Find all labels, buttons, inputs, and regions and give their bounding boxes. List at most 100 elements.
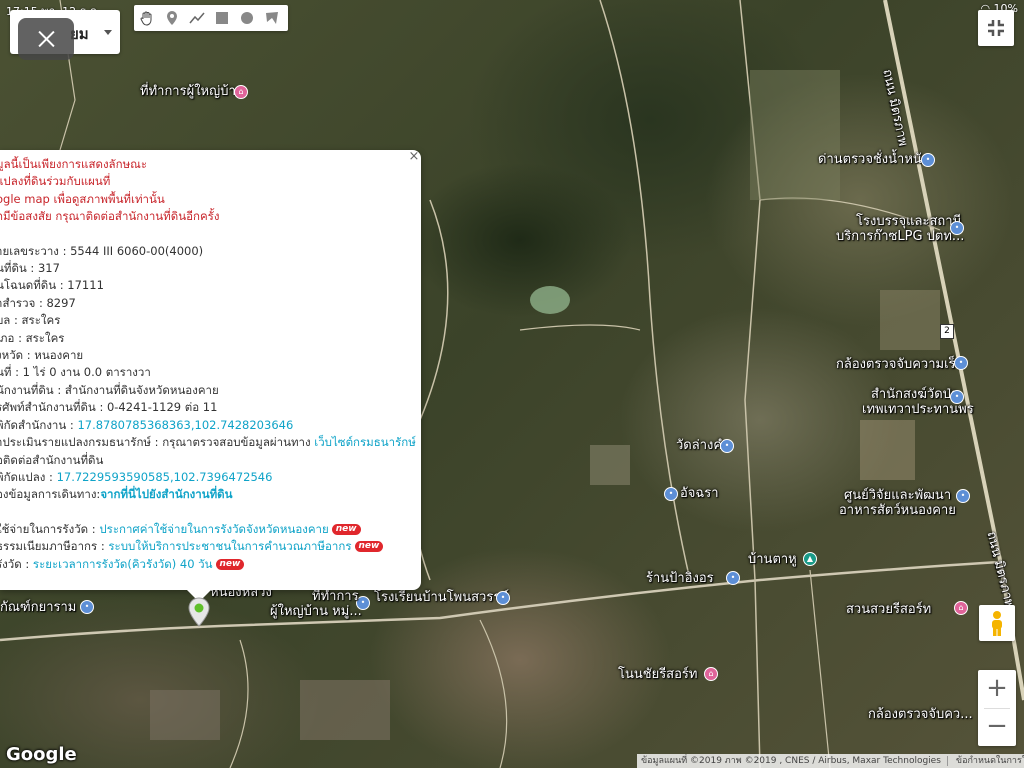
field-survey-fee: ใช้จ่ายในการรังวัด : ประกาศค่าใช้จ่ายในก… — [0, 521, 410, 538]
label-priest-office-line2[interactable]: เทพเทวาประทานพร — [862, 402, 974, 418]
treasury-website-link[interactable]: เว็บไซต์กรมธนารักษ์ — [314, 435, 416, 449]
temple-pin-icon[interactable]: • — [80, 600, 94, 614]
label-weigh-station[interactable]: ด่านตรวจชั่งน้ำหนัก — [818, 152, 930, 168]
map-attribution: ข้อมูลแผนที่ ©2019 ภาพ ©2019 , CNES / Ai… — [637, 754, 1024, 768]
label-speed-camera[interactable]: กล้องตรวจจับความเร็ว — [836, 357, 963, 373]
minor-road — [809, 569, 831, 768]
fee-link[interactable]: ประกาศค่าใช้จ่ายในการรังวัดจังหวัดหนองคา… — [99, 522, 328, 536]
zoom-out-button[interactable]: − — [978, 708, 1016, 746]
field-survey-no: าสำรวจ : 8297 — [0, 295, 76, 310]
minor-road — [229, 639, 249, 768]
info-close-button[interactable]: × — [408, 150, 420, 163]
highway-number-shield: 2 — [940, 324, 954, 339]
temple-pin-icon[interactable]: • — [720, 439, 734, 453]
zoom-control: + − — [978, 670, 1016, 746]
new-badge: new — [331, 523, 361, 535]
label-village-head-office[interactable]: ที่ทำการผู้ใหญ่บ้าน — [140, 84, 245, 100]
polygon-icon — [265, 12, 278, 24]
zoom-in-button[interactable]: + — [978, 670, 1016, 708]
label-village-head-2-line2[interactable]: ผู้ใหญ่บ้าน หมู่... — [270, 604, 362, 620]
label-nonsuchai-resort[interactable]: โนนชัยรีสอร์ท — [618, 667, 697, 683]
pond — [530, 286, 570, 314]
label-ban-pa-ing-on[interactable]: ร้านป้าอิงอร — [646, 571, 714, 587]
parcel-info-window: มูลนี้เป็นเพียงการแสดงลักษณะ แปลงที่ดินร… — [0, 150, 421, 590]
notice-line: กมีข้อสงสัย กรุณาติดต่อสำนักงานที่ดินอีก… — [0, 209, 220, 224]
building-pin-icon[interactable]: ⌂ — [234, 85, 248, 99]
duration-link[interactable]: ระยะเวลาการรังวัด(คิวรังวัด) 40 วัน — [33, 557, 213, 571]
terms-link[interactable]: ข้อกำหนดในการใช้งาน — [946, 756, 1024, 766]
label-priest-office-line1[interactable]: สำนักสงฆ์วัดป่า — [871, 387, 958, 403]
rectangle-tool-button[interactable] — [209, 5, 234, 31]
close-button[interactable] — [18, 18, 74, 60]
circle-tool-button[interactable] — [234, 5, 259, 31]
marker-tool-button[interactable] — [159, 5, 184, 31]
polygon-tool-button[interactable] — [259, 5, 284, 31]
label-ban-tahu[interactable]: บ้านตาหู — [748, 552, 797, 568]
exit-fullscreen-icon — [988, 20, 1004, 36]
field-area: นที่ : 1 ไร่ 0 งาน 0.0 ตารางวา — [0, 365, 151, 380]
label-speed-camera-2[interactable]: กล้องตรวจจับคว... — [868, 707, 973, 723]
google-logo[interactable]: Google — [6, 744, 77, 765]
label-ajchara[interactable]: อัจฉรา — [680, 486, 719, 502]
field-office-coord: พิกัดสำนักงาน : 17.8780785368363,102.742… — [0, 417, 410, 434]
minor-road — [479, 619, 508, 768]
office-coord-link[interactable]: 17.8780785368363,102.7428203646 — [77, 418, 293, 432]
location-pin-icon[interactable]: • — [950, 221, 964, 235]
circle-icon — [240, 12, 253, 24]
attribution-data: ข้อมูลแผนที่ ©2019 ภาพ ©2019 , CNES / Ai… — [641, 756, 941, 766]
minor-road — [519, 324, 641, 331]
hotel-pin-icon[interactable]: ⌂ — [704, 667, 718, 681]
field-appraisal-cont: อติดต่อสำนักงานที่ดิน — [0, 452, 104, 467]
field-plot — [750, 70, 840, 200]
field-appraisal: าประเมินรายแปลงกรมธนารักษ์ : กรุณาตรวจสอ… — [0, 434, 416, 451]
hand-tool-button[interactable] — [134, 5, 159, 31]
rectangle-icon — [215, 12, 228, 24]
location-pin-icon[interactable]: • — [921, 153, 935, 167]
polyline-tool-button[interactable] — [184, 5, 209, 31]
field-directions: องข้อมูลการเดินทาง:จากที่นี่ไปยังสำนักงา… — [0, 486, 410, 503]
field-district: เภอ : สระใคร — [0, 330, 65, 345]
label-school[interactable]: โรงเรียนบ้านโพนสวรรค์ — [374, 590, 509, 606]
field-plot — [300, 680, 390, 740]
street-view-button[interactable] — [979, 605, 1015, 641]
attraction-pin-icon[interactable]: ▲ — [803, 552, 817, 566]
shop-pin-icon[interactable]: • — [664, 487, 678, 501]
parcel-coord-label: พิกัดแปลง : — [0, 469, 57, 484]
field-subdistrict: บล : สระใคร — [0, 313, 61, 328]
field-land-office: นักงานที่ดิน : สำนักงานที่ดินจังหวัดหนอง… — [0, 382, 219, 397]
temple-pin-icon[interactable]: • — [950, 390, 964, 404]
hand-icon — [139, 11, 151, 26]
label-lpg-station-line2[interactable]: บริการก๊าซLPG ปตท... — [836, 229, 964, 245]
field-office-phone: รศัพท์สำนักงานที่ดิน : 0-4241-1129 ต่อ 1… — [0, 400, 218, 415]
parcel-marker-icon[interactable] — [188, 597, 210, 627]
chevron-down-icon — [104, 30, 112, 35]
shop-pin-icon[interactable]: • — [726, 571, 740, 585]
label-suan-suay-resort[interactable]: สวนสวยรีสอร์ท — [846, 602, 931, 618]
field-province: งหวัด : หนองคาย — [0, 348, 84, 363]
appraisal-label: าประเมินรายแปลงกรมธนารักษ์ : กรุณาตรวจสอ… — [0, 435, 315, 450]
fullscreen-button[interactable] — [978, 10, 1014, 46]
field-deed-no: นโฉนดที่ดิน : 17111 — [0, 278, 104, 293]
location-pin-icon[interactable]: • — [496, 591, 510, 605]
label-research-center-line1[interactable]: ศูนย์วิจัยและพัฒนา — [844, 488, 951, 504]
office-coord-label: พิกัดสำนักงาน : — [0, 417, 78, 432]
field-parcel-coord: พิกัดแปลง : 17.7229593590585,102.7396472… — [0, 469, 410, 486]
location-pin-icon[interactable]: • — [956, 489, 970, 503]
field-map-sheet: ายเลขระวาง : 5544 III 6060-00(4000) — [0, 243, 204, 258]
field-survey-duration: รังวัด : ระยะเวลาการรังวัด(คิวรังวัด) 40… — [0, 556, 410, 573]
tax-label: ธรรมเนียมภาษีอากร : — [0, 539, 109, 554]
label-kanyuk[interactable]: กัณฑ์กยาราม — [0, 600, 76, 616]
parcel-coord-link[interactable]: 17.7229593590585,102.7396472546 — [57, 470, 273, 484]
pegman-icon — [992, 611, 1002, 636]
label-village-head-2-line1[interactable]: ที่ทำการ — [312, 589, 359, 605]
pin-icon — [166, 11, 177, 25]
location-pin-icon[interactable]: • — [954, 356, 968, 370]
hotel-pin-icon[interactable]: ⌂ — [954, 601, 968, 615]
directions-link[interactable]: จากที่นี่ไปยังสำนักงานที่ดิน — [100, 487, 232, 501]
label-lpg-station-line1[interactable]: โรงบรรจุและสถานี — [856, 214, 961, 230]
duration-label: รังวัด : — [0, 556, 30, 571]
tax-link[interactable]: ระบบให้บริการประชาชนในการคำนวณภาษีอากร — [108, 539, 351, 553]
label-research-center-line2[interactable]: อาหารสัตว์หนองคาย — [839, 503, 956, 519]
